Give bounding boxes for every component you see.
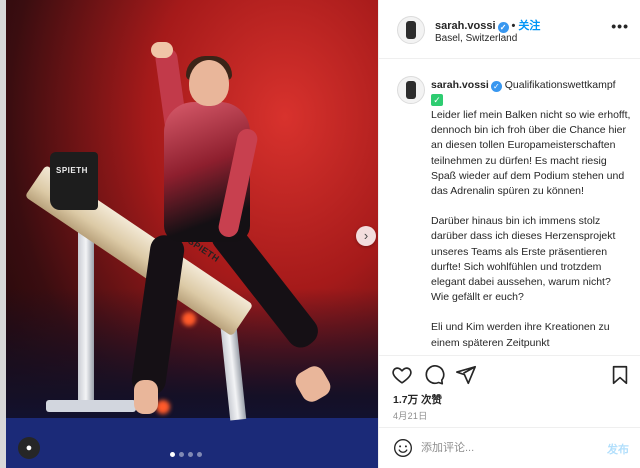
heart-icon[interactable] bbox=[391, 364, 413, 386]
check-mark-icon: ✓ bbox=[431, 94, 443, 106]
carousel-dot bbox=[170, 452, 175, 457]
carousel-dot bbox=[197, 452, 202, 457]
username-link[interactable]: sarah.vossi bbox=[435, 20, 496, 32]
carousel-next-button[interactable]: › bbox=[356, 226, 376, 246]
verified-badge-icon: ✓ bbox=[490, 81, 502, 92]
avatar[interactable] bbox=[397, 76, 425, 104]
beam-brand-label: SPIETH bbox=[56, 166, 88, 175]
share-icon[interactable] bbox=[455, 364, 477, 386]
caption-area: sarah.vossi ✓ Qualifikationswettkampf ✓ L… bbox=[379, 60, 640, 353]
caption-title: Qualifikationswettkampf bbox=[504, 79, 616, 91]
post-header: sarah.vossi ✓ • 关注 Basel, Switzerland ••• bbox=[379, 0, 640, 59]
likes-count[interactable]: 1.7万 次赞 bbox=[393, 392, 442, 407]
caption-paragraph: Leider lief mein Balken nicht so wie erh… bbox=[431, 109, 631, 198]
caption-paragraph: Eli und Kim werden ihre Kreationen zu ei… bbox=[431, 321, 610, 349]
comment-icon[interactable] bbox=[423, 364, 445, 386]
bookmark-icon[interactable] bbox=[609, 364, 631, 386]
caption-header: sarah.vossi ✓ Qualifikationswettkampf ✓ bbox=[431, 78, 631, 108]
follow-button[interactable]: 关注 bbox=[518, 20, 540, 32]
post-details-panel: sarah.vossi ✓ • 关注 Basel, Switzerland ••• s… bbox=[378, 0, 640, 468]
tagged-user-icon[interactable]: ● bbox=[18, 437, 40, 459]
emoji-icon[interactable] bbox=[393, 438, 413, 458]
caption-text: Leider lief mein Balken nicht so wie erh… bbox=[431, 108, 631, 353]
beam-end-cap: SPIETH bbox=[50, 152, 98, 210]
caption-paragraph: Darüber hinaus bin ich immens stolz darü… bbox=[431, 215, 616, 304]
gymnast-foot bbox=[134, 380, 158, 414]
carousel-dots bbox=[170, 452, 202, 457]
header-user-line: sarah.vossi ✓ • 关注 bbox=[435, 17, 540, 33]
verified-badge-icon: ✓ bbox=[497, 22, 509, 33]
arena-light bbox=[156, 400, 170, 414]
arena-floor bbox=[6, 418, 378, 468]
arena-light bbox=[182, 312, 196, 326]
action-bar: 1.7万 次赞 4月21日 bbox=[379, 355, 640, 427]
comment-bar: 发布 bbox=[379, 427, 640, 468]
post-comment-button[interactable]: 发布 bbox=[607, 441, 629, 457]
more-options-icon[interactable]: ••• bbox=[611, 18, 629, 34]
gymnast-hand bbox=[151, 42, 173, 58]
avatar[interactable] bbox=[397, 16, 425, 44]
separator-dot: • bbox=[511, 20, 516, 32]
caption-username[interactable]: sarah.vossi bbox=[431, 79, 489, 91]
comment-input[interactable] bbox=[421, 439, 591, 457]
carousel-dot bbox=[179, 452, 184, 457]
gymnast-head bbox=[189, 60, 229, 106]
carousel-dot bbox=[188, 452, 193, 457]
location-link[interactable]: Basel, Switzerland bbox=[435, 33, 517, 44]
post-date[interactable]: 4月21日 bbox=[393, 409, 428, 422]
chevron-right-icon: › bbox=[363, 228, 369, 243]
beam-base bbox=[46, 400, 136, 412]
post-photo[interactable]: SPIETH SPIETH › ● bbox=[6, 0, 378, 468]
